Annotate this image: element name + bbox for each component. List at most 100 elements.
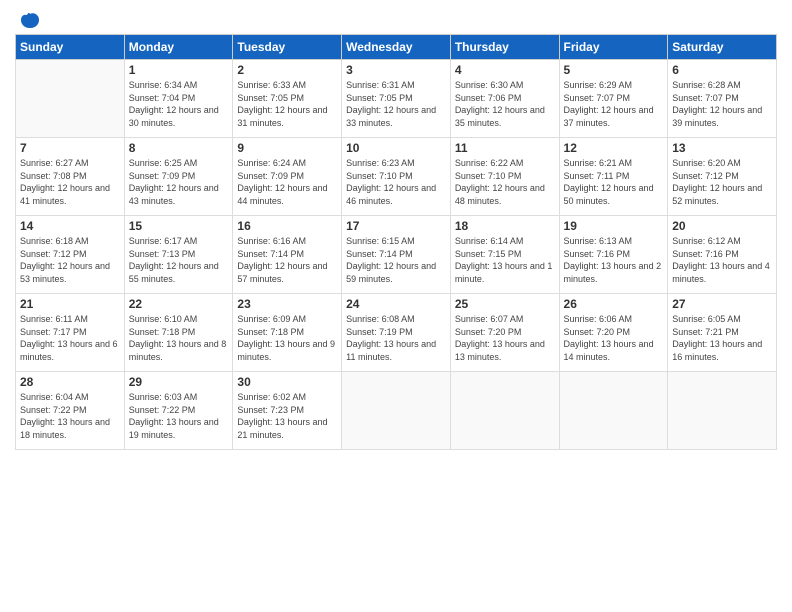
- calendar-cell: 8 Sunrise: 6:25 AMSunset: 7:09 PMDaylight…: [124, 138, 233, 216]
- calendar-week-row: 28 Sunrise: 6:04 AMSunset: 7:22 PMDayligh…: [16, 372, 777, 450]
- page-container: SundayMondayTuesdayWednesdayThursdayFrid…: [0, 0, 792, 460]
- weekday-header: Wednesday: [342, 35, 451, 60]
- day-number: 5: [564, 63, 664, 77]
- calendar-cell: [342, 372, 451, 450]
- calendar-cell: 9 Sunrise: 6:24 AMSunset: 7:09 PMDaylight…: [233, 138, 342, 216]
- day-info: Sunrise: 6:07 AMSunset: 7:20 PMDaylight:…: [455, 313, 555, 363]
- day-info: Sunrise: 6:04 AMSunset: 7:22 PMDaylight:…: [20, 391, 120, 441]
- day-info: Sunrise: 6:31 AMSunset: 7:05 PMDaylight:…: [346, 79, 446, 129]
- day-number: 19: [564, 219, 664, 233]
- day-number: 24: [346, 297, 446, 311]
- day-number: 23: [237, 297, 337, 311]
- calendar-cell: 10 Sunrise: 6:23 AMSunset: 7:10 PMDayligh…: [342, 138, 451, 216]
- calendar-cell: 2 Sunrise: 6:33 AMSunset: 7:05 PMDaylight…: [233, 60, 342, 138]
- calendar-cell: 4Sunrise: 6:30 AMSunset: 7:06 PMDaylight…: [450, 60, 559, 138]
- calendar-week-row: 14Sunrise: 6:18 AMSunset: 7:12 PMDayligh…: [16, 216, 777, 294]
- calendar-cell: 24 Sunrise: 6:08 AMSunset: 7:19 PMDayligh…: [342, 294, 451, 372]
- calendar-cell: 19 Sunrise: 6:13 AMSunset: 7:16 PMDayligh…: [559, 216, 668, 294]
- day-info: Sunrise: 6:33 AMSunset: 7:05 PMDaylight:…: [237, 79, 337, 129]
- day-number: 29: [129, 375, 229, 389]
- calendar-cell: 5 Sunrise: 6:29 AMSunset: 7:07 PMDaylight…: [559, 60, 668, 138]
- calendar-week-row: 1 Sunrise: 6:34 AMSunset: 7:04 PMDaylight…: [16, 60, 777, 138]
- day-info: Sunrise: 6:16 AMSunset: 7:14 PMDaylight:…: [237, 235, 337, 285]
- day-info: Sunrise: 6:27 AMSunset: 7:08 PMDaylight:…: [20, 157, 120, 207]
- calendar-cell: 3 Sunrise: 6:31 AMSunset: 7:05 PMDaylight…: [342, 60, 451, 138]
- calendar-cell: 6 Sunrise: 6:28 AMSunset: 7:07 PMDaylight…: [668, 60, 777, 138]
- day-info: Sunrise: 6:05 AMSunset: 7:21 PMDaylight:…: [672, 313, 772, 363]
- day-number: 15: [129, 219, 229, 233]
- weekday-header: Saturday: [668, 35, 777, 60]
- day-info: Sunrise: 6:24 AMSunset: 7:09 PMDaylight:…: [237, 157, 337, 207]
- day-number: 21: [20, 297, 120, 311]
- day-number: 18: [455, 219, 555, 233]
- calendar-cell: [450, 372, 559, 450]
- calendar-cell: 20 Sunrise: 6:12 AMSunset: 7:16 PMDayligh…: [668, 216, 777, 294]
- day-number: 4: [455, 63, 555, 77]
- day-number: 17: [346, 219, 446, 233]
- day-number: 3: [346, 63, 446, 77]
- day-info: Sunrise: 6:02 AMSunset: 7:23 PMDaylight:…: [237, 391, 337, 441]
- calendar-week-row: 21 Sunrise: 6:11 AMSunset: 7:17 PMDayligh…: [16, 294, 777, 372]
- day-number: 28: [20, 375, 120, 389]
- calendar-cell: 1 Sunrise: 6:34 AMSunset: 7:04 PMDaylight…: [124, 60, 233, 138]
- weekday-header: Thursday: [450, 35, 559, 60]
- day-info: Sunrise: 6:15 AMSunset: 7:14 PMDaylight:…: [346, 235, 446, 285]
- calendar-cell: [668, 372, 777, 450]
- day-number: 25: [455, 297, 555, 311]
- calendar-cell: 29Sunrise: 6:03 AMSunset: 7:22 PMDayligh…: [124, 372, 233, 450]
- day-info: Sunrise: 6:23 AMSunset: 7:10 PMDaylight:…: [346, 157, 446, 207]
- calendar-cell: 23Sunrise: 6:09 AMSunset: 7:18 PMDayligh…: [233, 294, 342, 372]
- day-info: Sunrise: 6:25 AMSunset: 7:09 PMDaylight:…: [129, 157, 229, 207]
- calendar-cell: 16Sunrise: 6:16 AMSunset: 7:14 PMDayligh…: [233, 216, 342, 294]
- calendar-cell: 22Sunrise: 6:10 AMSunset: 7:18 PMDayligh…: [124, 294, 233, 372]
- day-number: 30: [237, 375, 337, 389]
- calendar-cell: 13Sunrise: 6:20 AMSunset: 7:12 PMDayligh…: [668, 138, 777, 216]
- day-info: Sunrise: 6:12 AMSunset: 7:16 PMDaylight:…: [672, 235, 772, 285]
- day-number: 2: [237, 63, 337, 77]
- weekday-header: Sunday: [16, 35, 125, 60]
- day-number: 20: [672, 219, 772, 233]
- day-number: 9: [237, 141, 337, 155]
- day-number: 7: [20, 141, 120, 155]
- day-info: Sunrise: 6:14 AMSunset: 7:15 PMDaylight:…: [455, 235, 555, 285]
- day-info: Sunrise: 6:29 AMSunset: 7:07 PMDaylight:…: [564, 79, 664, 129]
- day-number: 8: [129, 141, 229, 155]
- calendar-cell: 12 Sunrise: 6:21 AMSunset: 7:11 PMDayligh…: [559, 138, 668, 216]
- day-number: 26: [564, 297, 664, 311]
- day-info: Sunrise: 6:10 AMSunset: 7:18 PMDaylight:…: [129, 313, 229, 363]
- day-info: Sunrise: 6:20 AMSunset: 7:12 PMDaylight:…: [672, 157, 772, 207]
- day-info: Sunrise: 6:11 AMSunset: 7:17 PMDaylight:…: [20, 313, 120, 363]
- calendar-cell: 25 Sunrise: 6:07 AMSunset: 7:20 PMDayligh…: [450, 294, 559, 372]
- day-info: Sunrise: 6:18 AMSunset: 7:12 PMDaylight:…: [20, 235, 120, 285]
- calendar-cell: [16, 60, 125, 138]
- logo: [15, 10, 41, 26]
- day-number: 1: [129, 63, 229, 77]
- calendar-cell: 27 Sunrise: 6:05 AMSunset: 7:21 PMDayligh…: [668, 294, 777, 372]
- weekday-header: Monday: [124, 35, 233, 60]
- weekday-header: Friday: [559, 35, 668, 60]
- day-info: Sunrise: 6:13 AMSunset: 7:16 PMDaylight:…: [564, 235, 664, 285]
- day-info: Sunrise: 6:34 AMSunset: 7:04 PMDaylight:…: [129, 79, 229, 129]
- day-info: Sunrise: 6:17 AMSunset: 7:13 PMDaylight:…: [129, 235, 229, 285]
- calendar-cell: 18 Sunrise: 6:14 AMSunset: 7:15 PMDayligh…: [450, 216, 559, 294]
- calendar-cell: 11Sunrise: 6:22 AMSunset: 7:10 PMDayligh…: [450, 138, 559, 216]
- day-info: Sunrise: 6:06 AMSunset: 7:20 PMDaylight:…: [564, 313, 664, 363]
- calendar-cell: 21 Sunrise: 6:11 AMSunset: 7:17 PMDayligh…: [16, 294, 125, 372]
- calendar-header-row: SundayMondayTuesdayWednesdayThursdayFrid…: [16, 35, 777, 60]
- day-info: Sunrise: 6:08 AMSunset: 7:19 PMDaylight:…: [346, 313, 446, 363]
- calendar-cell: 28 Sunrise: 6:04 AMSunset: 7:22 PMDayligh…: [16, 372, 125, 450]
- day-info: Sunrise: 6:21 AMSunset: 7:11 PMDaylight:…: [564, 157, 664, 207]
- weekday-header: Tuesday: [233, 35, 342, 60]
- calendar-cell: 14Sunrise: 6:18 AMSunset: 7:12 PMDayligh…: [16, 216, 125, 294]
- calendar-week-row: 7 Sunrise: 6:27 AMSunset: 7:08 PMDaylight…: [16, 138, 777, 216]
- calendar-cell: 7 Sunrise: 6:27 AMSunset: 7:08 PMDaylight…: [16, 138, 125, 216]
- day-number: 6: [672, 63, 772, 77]
- day-number: 12: [564, 141, 664, 155]
- day-info: Sunrise: 6:22 AMSunset: 7:10 PMDaylight:…: [455, 157, 555, 207]
- calendar-table: SundayMondayTuesdayWednesdayThursdayFrid…: [15, 34, 777, 450]
- day-number: 27: [672, 297, 772, 311]
- calendar-cell: 26 Sunrise: 6:06 AMSunset: 7:20 PMDayligh…: [559, 294, 668, 372]
- calendar-cell: 17 Sunrise: 6:15 AMSunset: 7:14 PMDayligh…: [342, 216, 451, 294]
- day-number: 10: [346, 141, 446, 155]
- day-info: Sunrise: 6:28 AMSunset: 7:07 PMDaylight:…: [672, 79, 772, 129]
